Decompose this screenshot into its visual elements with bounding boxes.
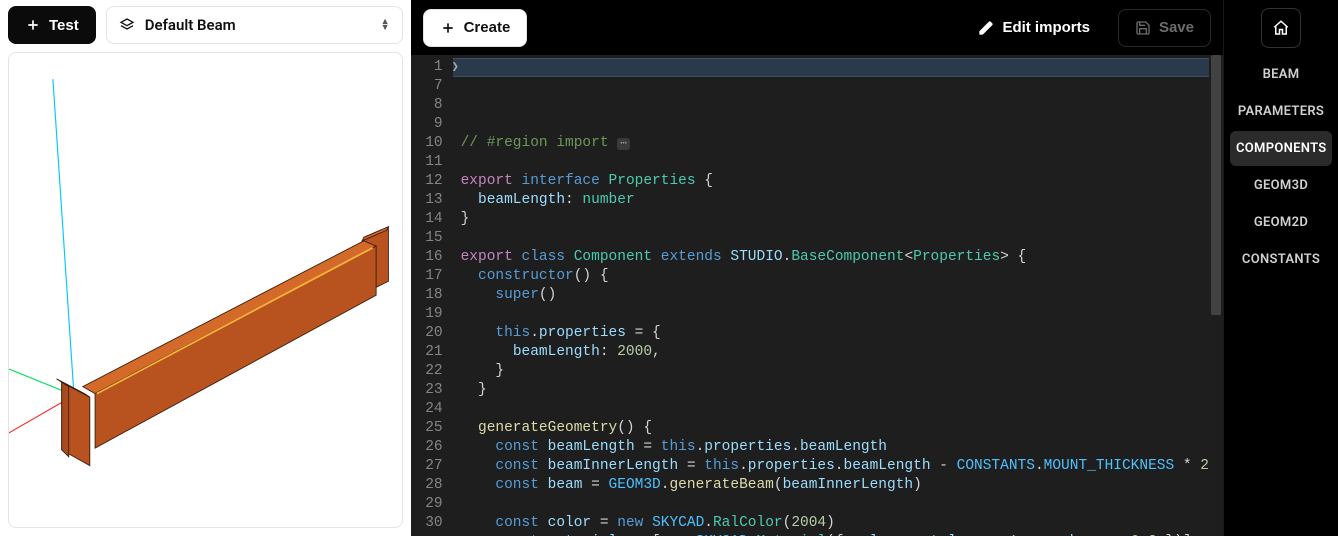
vertical-scrollbar[interactable] [1209, 55, 1223, 536]
tab-components[interactable]: COMPONENTS [1230, 131, 1332, 166]
chevron-up-down-icon: ▲▼ [381, 19, 390, 31]
tab-geom3d[interactable]: GEOM3D [1230, 168, 1332, 203]
tab-geom2d[interactable]: GEOM2D [1230, 205, 1332, 240]
tab-parameters[interactable]: PARAMETERS [1230, 94, 1332, 129]
fold-chevron-icon[interactable]: ❯ [452, 58, 459, 77]
beam-preset-dropdown[interactable]: Default Beam ▲▼ [106, 6, 403, 44]
editor-column: Create Edit imports Save 178910111213141… [411, 0, 1223, 536]
test-button-label: Test [49, 17, 79, 34]
editor-toolbar: Create Edit imports Save [411, 0, 1223, 55]
tab-constants[interactable]: CONSTANTS [1230, 242, 1332, 277]
save-button[interactable]: Save [1118, 9, 1211, 47]
side-tab-bar: BEAMPARAMETERSCOMPONENTSGEOM3DGEOM2DCONS… [1223, 0, 1338, 536]
current-line-highlight [453, 58, 1209, 77]
plus-icon [440, 20, 456, 36]
editor-panel: Create Edit imports Save 178910111213141… [411, 0, 1338, 536]
plus-icon [25, 17, 41, 33]
layers-icon [119, 17, 135, 33]
code-lines: ❯ // #region import ⋯export interface Pr… [453, 55, 1209, 536]
beam-render [9, 53, 402, 527]
edit-imports-label: Edit imports [1002, 19, 1090, 36]
scrollbar-thumb[interactable] [1211, 55, 1221, 315]
test-button[interactable]: Test [8, 6, 96, 44]
tab-beam[interactable]: BEAM [1230, 57, 1332, 92]
3d-viewport[interactable] [8, 52, 403, 528]
home-icon [1272, 19, 1290, 37]
create-button[interactable]: Create [423, 9, 528, 47]
beam-preset-label: Default Beam [145, 16, 371, 34]
create-button-label: Create [464, 19, 511, 36]
preview-panel: Test Default Beam ▲▼ [0, 0, 411, 536]
save-icon [1135, 20, 1151, 36]
home-button[interactable] [1261, 8, 1301, 48]
line-number-gutter: 1789101112131415161718192021222324252627… [411, 55, 453, 536]
preview-toolbar: Test Default Beam ▲▼ [8, 6, 403, 44]
save-button-label: Save [1159, 19, 1194, 36]
edit-imports-button[interactable]: Edit imports [962, 9, 1106, 47]
edit-icon [978, 20, 994, 36]
code-editor[interactable]: 1789101112131415161718192021222324252627… [411, 55, 1223, 536]
